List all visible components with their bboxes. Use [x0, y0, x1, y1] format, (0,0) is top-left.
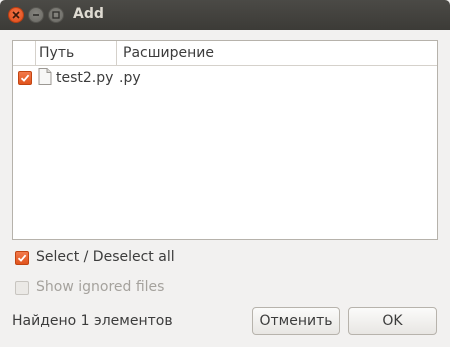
- show-ignored-label: Show ignored files: [36, 279, 165, 295]
- column-header-path[interactable]: Путь: [35, 41, 116, 65]
- close-icon[interactable]: [8, 7, 24, 23]
- table-row[interactable]: test2.py .py: [13, 66, 437, 92]
- row-checkbox[interactable]: [18, 71, 32, 85]
- file-icon: [38, 68, 52, 85]
- ok-button[interactable]: OK: [348, 307, 437, 335]
- select-all-checkbox[interactable]: [15, 251, 29, 265]
- show-ignored-checkbox: [15, 281, 29, 295]
- maximize-icon[interactable]: [48, 7, 64, 23]
- list-header: Путь Расширение: [13, 41, 437, 66]
- file-path: test2.py: [56, 70, 114, 86]
- window-title: Add: [73, 6, 104, 22]
- files-list[interactable]: Путь Расширение test2.py .py: [12, 40, 438, 240]
- minimize-icon[interactable]: [28, 7, 44, 23]
- file-extension: .py: [119, 70, 141, 86]
- column-header-check[interactable]: [13, 41, 35, 65]
- checkmark-icon: [20, 74, 30, 82]
- window-titlebar: Add: [0, 0, 450, 30]
- select-all-label: Select / Deselect all: [36, 249, 175, 265]
- column-header-extension[interactable]: Расширение: [116, 41, 438, 65]
- cancel-button[interactable]: Отменить: [252, 307, 340, 335]
- found-count-status: Найдено 1 элементов: [12, 313, 173, 329]
- checkmark-icon: [17, 254, 27, 262]
